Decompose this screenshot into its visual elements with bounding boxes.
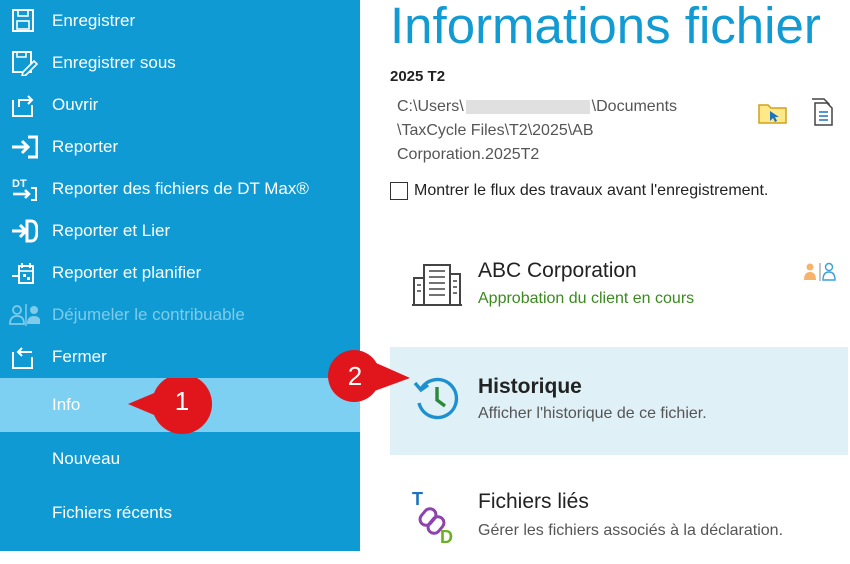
linked-files-icon: T D <box>412 489 453 544</box>
save-as-icon <box>12 51 38 76</box>
unlink-taxpayer-icon <box>9 304 40 326</box>
sidebar-item-label: Enregistrer sous <box>52 53 176 72</box>
file-path: C:\Users\ \Documents \TaxCycle Files\T2\2… <box>397 95 677 167</box>
client-status: Approbation du client en cours <box>478 290 695 307</box>
history-title: Historique <box>478 375 582 398</box>
client-name: ABC Corporation <box>478 259 637 282</box>
file-name: 2025 T2 <box>390 68 446 85</box>
sidebar-item-carry-forward-schedule[interactable]: Reporter et planifier <box>0 252 360 294</box>
sidebar-item-label: Reporter des fichiers de DT Max® <box>52 179 309 198</box>
svg-text:DT: DT <box>12 178 27 190</box>
sidebar-item-new[interactable]: Nouveau <box>0 438 360 480</box>
workflow-option[interactable]: Montrer le flux des travaux avant l'enre… <box>390 182 768 200</box>
sidebar-item-save-as[interactable]: Enregistrer sous <box>0 42 360 84</box>
redacted-username <box>465 99 590 114</box>
history-clock-icon <box>413 377 459 420</box>
sidebar-item-recent-files[interactable]: Fichiers récents <box>0 492 360 534</box>
sidebar-item-label: Déjumeler le contribuable <box>52 305 245 324</box>
callout-2-number: 2 <box>347 361 363 391</box>
carry-forward-icon <box>12 135 38 159</box>
sidebar-item-save[interactable]: Enregistrer <box>0 0 360 42</box>
client-card[interactable]: ABC Corporation Approbation du client en… <box>390 240 848 348</box>
callout-1-number: 1 <box>174 386 190 416</box>
sidebar-item-label: Reporter <box>52 137 119 156</box>
sidebar-item-label: Info <box>52 395 81 414</box>
linked-files-title: Fichiers liés <box>478 490 589 513</box>
carry-forward-schedule-icon <box>12 263 34 284</box>
sidebar-item-label: Reporter et planifier <box>52 263 202 282</box>
sidebar-item-carry-forward[interactable]: Reporter <box>0 126 360 168</box>
page-title: Informations fichier <box>390 0 821 54</box>
copy-path-icon[interactable] <box>806 96 838 128</box>
info-panel: Informations fichier 2025 T2 C:\Users\ \D… <box>360 0 850 551</box>
sidebar-item-dt-max[interactable]: DT Reporter des fichiers de DT Max® <box>0 168 360 210</box>
open-folder-icon[interactable] <box>757 96 789 128</box>
svg-text:D: D <box>440 527 453 544</box>
sidebar-item-label: Nouveau <box>52 449 121 468</box>
sidebar-item-label: Enregistrer <box>52 11 136 30</box>
dt-max-icon: DT <box>12 178 37 201</box>
sidebar-item-label: Reporter et Lier <box>52 221 171 240</box>
history-subtitle: Afficher l'historique de ce fichier. <box>478 405 707 422</box>
open-icon <box>12 95 34 117</box>
sidebar-item-unlink-taxpayer: Déjumeler le contribuable <box>0 294 360 336</box>
sidebar-item-open[interactable]: Ouvrir <box>0 84 360 126</box>
close-file-icon <box>12 347 33 369</box>
history-card[interactable]: Historique Afficher l'historique de ce f… <box>390 347 848 455</box>
path-line: Corporation.2025T2 <box>397 146 540 163</box>
workflow-checkbox-label: Montrer le flux des travaux avant l'enre… <box>414 182 769 199</box>
backstage-sidebar: Enregistrer Enregistrer sous Ouvrir Repo… <box>0 0 360 551</box>
carry-forward-link-icon <box>12 219 38 243</box>
sidebar-item-carry-forward-link[interactable]: Reporter et Lier <box>0 210 360 252</box>
sidebar-item-label: Fichiers récents <box>52 503 172 522</box>
linked-files-subtitle: Gérer les fichiers associés à la déclara… <box>478 522 784 539</box>
sidebar-item-label: Ouvrir <box>52 95 99 114</box>
path-line: \TaxCycle Files\T2\2025\AB <box>397 122 594 139</box>
sidebar-item-close[interactable]: Fermer <box>0 336 360 378</box>
sidebar-item-label: Fermer <box>52 347 107 366</box>
linked-files-card[interactable]: T D Fichiers liés Gérer les fichiers ass… <box>390 456 848 564</box>
path-end: \Documents <box>591 98 678 115</box>
workflow-checkbox[interactable] <box>390 182 408 200</box>
path-start: C:\Users\ <box>397 98 464 115</box>
save-icon <box>12 9 34 32</box>
taxpayer-pair-icon <box>804 262 836 281</box>
building-icon <box>412 264 462 306</box>
svg-text:T: T <box>412 489 423 509</box>
